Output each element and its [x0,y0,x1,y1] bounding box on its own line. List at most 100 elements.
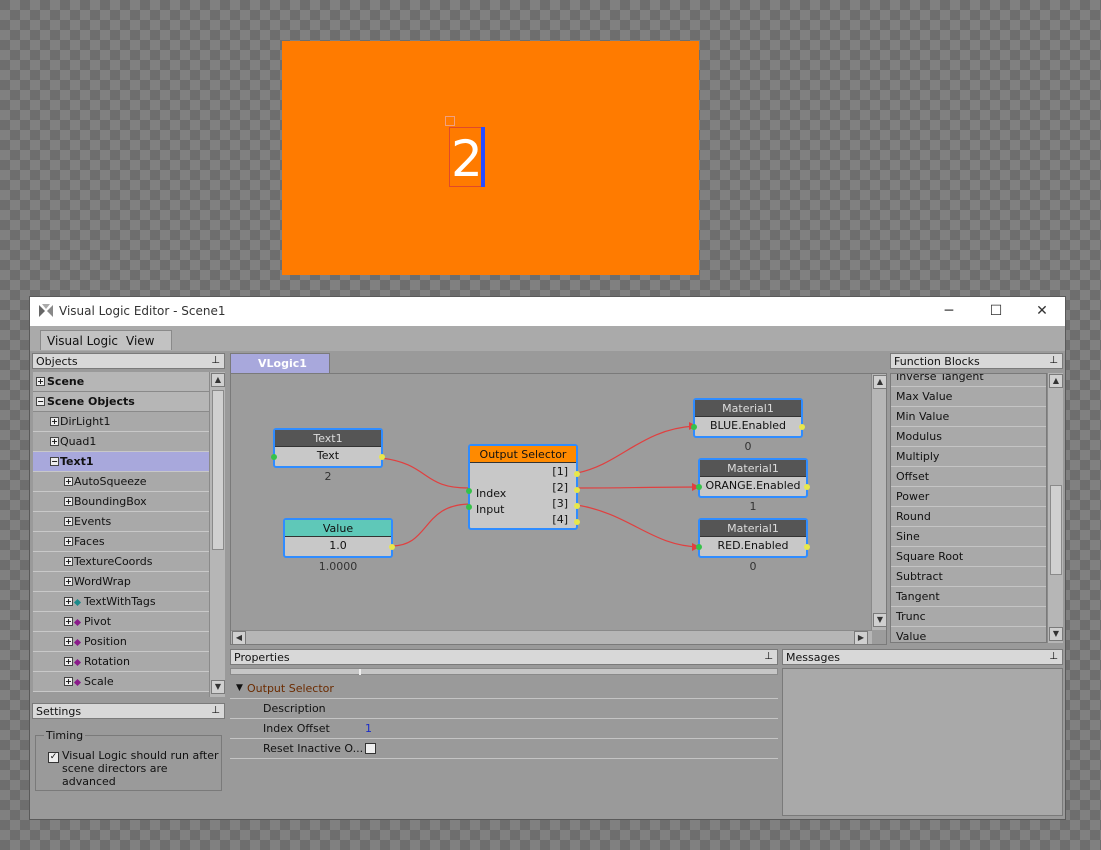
messages-area[interactable] [782,668,1063,816]
node-value[interactable]: Value 1.0 [283,518,395,558]
node-material-red[interactable]: Material1 RED.Enabled [696,518,810,558]
list-item[interactable]: Trunc [891,607,1046,627]
property-value[interactable]: 1 [365,719,372,738]
property-group-row[interactable]: ▼ Output Selector [230,679,778,699]
list-item[interactable]: Power [891,487,1046,507]
list-item[interactable]: Max Value [891,387,1046,407]
expand-icon[interactable]: + [64,577,73,586]
list-item[interactable]: Value [891,627,1046,642]
list-item[interactable]: Multiply [891,447,1046,467]
output-port[interactable] [389,544,395,550]
node-material-blue[interactable]: Material1 BLUE.Enabled [691,398,805,438]
expand-icon[interactable]: + [64,617,73,626]
scroll-left-icon[interactable]: ◀ [232,631,246,644]
expand-icon[interactable]: + [64,537,73,546]
graph-horizontal-scrollbar[interactable]: ◀ ▶ [231,630,872,644]
expand-icon[interactable]: + [64,497,73,506]
pin-icon[interactable]: ⊥ [211,355,220,366]
tree-item-text1[interactable]: − Text1 [33,452,209,472]
scroll-up-icon[interactable]: ▲ [873,375,886,389]
scroll-up-icon[interactable]: ▲ [211,373,225,387]
resize-handle[interactable] [445,116,455,126]
list-item[interactable]: Inverse Tangent [891,374,1046,387]
tree-item-scale[interactable]: + Scale [33,672,209,692]
scrollbar-thumb[interactable] [212,390,224,550]
node-field[interactable]: 1.0 [285,537,391,554]
list-item[interactable]: Round [891,507,1046,527]
expand-icon[interactable]: + [64,637,73,646]
pin-icon[interactable]: ⊥ [211,705,220,716]
expand-icon[interactable]: + [64,677,73,686]
input-port[interactable] [696,484,702,490]
maximize-button[interactable]: ☐ [973,297,1019,326]
tree-item-rotation[interactable]: + Rotation [33,652,209,672]
expand-icon[interactable]: + [64,657,73,666]
collapse-icon[interactable]: − [36,397,45,406]
tree-item-autosqueeze[interactable]: + AutoSqueeze [33,472,209,492]
list-item[interactable]: Subtract [891,567,1046,587]
property-row-index-offset[interactable]: Index Offset 1 [230,719,778,739]
scene-preview[interactable]: 2 [282,41,699,275]
expand-icon[interactable]: + [36,377,45,386]
function-blocks-list[interactable]: Inverse Tangent Max Value Min Value Modu… [890,373,1047,643]
list-item[interactable]: Square Root [891,547,1046,567]
output-port[interactable] [574,471,580,477]
collapse-icon[interactable]: − [50,457,59,466]
node-material-orange[interactable]: Material1 ORANGE.Enabled [696,458,810,498]
expand-icon[interactable]: + [64,557,73,566]
scrollbar-thumb[interactable] [1050,485,1062,575]
tree-item-texturecoords[interactable]: + TextureCoords [33,552,209,572]
title-bar[interactable]: Visual Logic Editor - Scene1 ─ ☐ ✕ [30,297,1065,326]
tab-vlogic1[interactable]: VLogic1 [230,353,330,373]
input-port[interactable] [691,424,697,430]
tree-item-pivot[interactable]: + Pivot [33,612,209,632]
pin-icon[interactable]: ⊥ [764,651,773,662]
tree-item-quad1[interactable]: + Quad1 [33,432,209,452]
reset-inactive-checkbox[interactable] [365,743,376,754]
run-after-directors-checkbox[interactable]: ✓ [48,752,59,763]
input-port[interactable] [466,488,472,494]
minimize-button[interactable]: ─ [926,297,972,326]
list-item[interactable]: Offset [891,467,1046,487]
tree-item-textwithtags[interactable]: + TextWithTags [33,592,209,612]
pin-icon[interactable]: ⊥ [1049,651,1058,662]
expand-icon[interactable]: + [64,517,73,526]
output-port[interactable] [804,544,810,550]
tree-item-dirlight1[interactable]: + DirLight1 [33,412,209,432]
expand-icon[interactable]: + [64,477,73,486]
collapse-icon[interactable]: ▼ [236,679,243,698]
output-port[interactable] [804,484,810,490]
output-port[interactable] [574,519,580,525]
property-row-description[interactable]: Description [230,699,778,719]
pin-icon[interactable]: ⊥ [1049,355,1058,366]
tree-item-boundingbox[interactable]: + BoundingBox [33,492,209,512]
tree-item-faces[interactable]: + Faces [33,532,209,552]
scroll-right-icon[interactable]: ▶ [854,631,868,644]
input-port[interactable] [696,544,702,550]
node-text1[interactable]: Text1 Text [271,428,385,468]
output-port[interactable] [799,424,805,430]
input-port[interactable] [271,454,277,460]
output-port[interactable] [574,487,580,493]
output-port[interactable] [574,503,580,509]
tree-item-scene[interactable]: + Scene [33,372,209,392]
function-blocks-scrollbar[interactable]: ▲ ▼ [1047,373,1063,643]
scroll-down-icon[interactable]: ▼ [1049,627,1063,641]
tree-item-scene-objects[interactable]: − Scene Objects [33,392,209,412]
scroll-down-icon[interactable]: ▼ [873,613,886,627]
tree-item-wordwrap[interactable]: + WordWrap [33,572,209,592]
scroll-down-icon[interactable]: ▼ [211,680,225,694]
scroll-up-icon[interactable]: ▲ [1049,374,1063,388]
node-output-selector[interactable]: Output Selector Index Input [1] [2] [3] … [466,444,580,530]
expand-icon[interactable]: + [64,597,73,606]
close-button[interactable]: ✕ [1019,297,1065,326]
logic-graph-canvas[interactable]: Text1 Text 2 Value 1.0 1.0000 Output Sel… [230,373,887,645]
expand-icon[interactable]: + [50,417,59,426]
objects-scrollbar[interactable]: ▲ ▼ [209,372,225,697]
menu-view[interactable]: View [126,334,154,348]
output-port[interactable] [379,454,385,460]
list-item[interactable]: Sine [891,527,1046,547]
list-item[interactable]: Min Value [891,407,1046,427]
tree-item-position[interactable]: + Position [33,632,209,652]
list-item[interactable]: Modulus [891,427,1046,447]
